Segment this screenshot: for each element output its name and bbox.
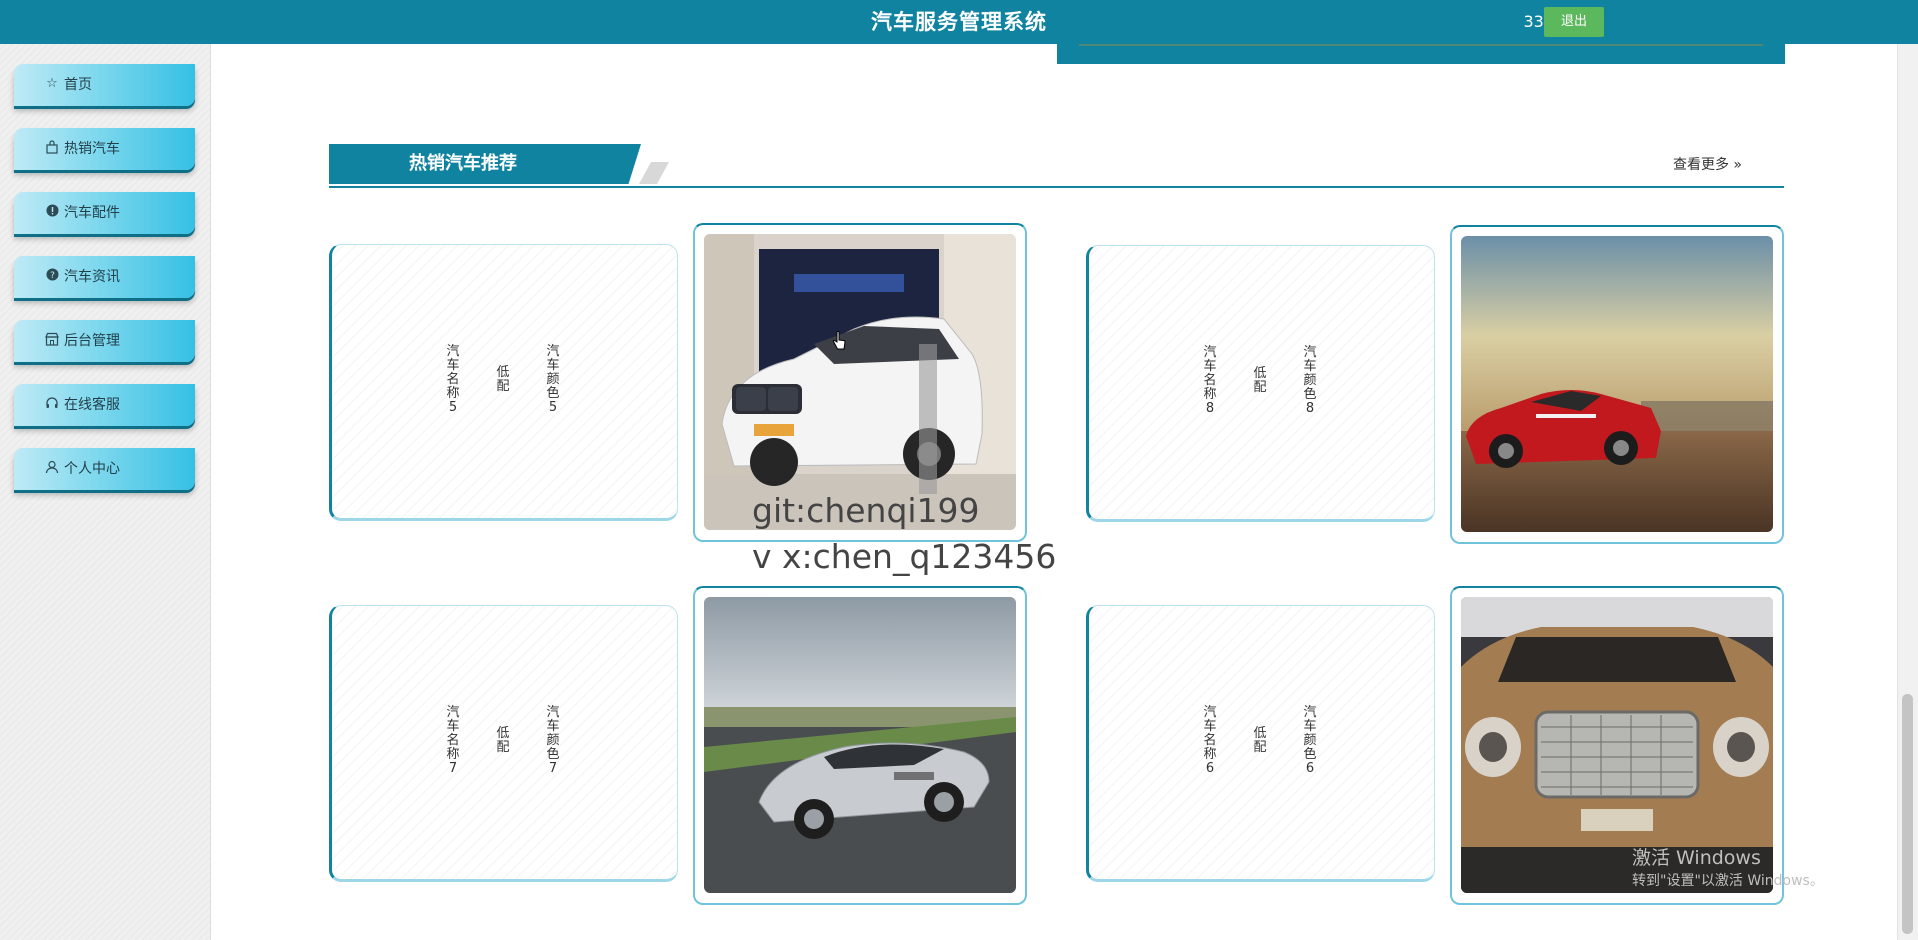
page-scrollbar[interactable]: [1897, 44, 1918, 940]
sidebar-item-admin[interactable]: 后台管理: [14, 320, 195, 362]
sidebar-item-label: 后台管理: [64, 333, 120, 349]
section-title-decoration: [639, 162, 669, 184]
car-photo: [1461, 236, 1773, 532]
car-color: 汽车颜色8: [1303, 345, 1317, 416]
car-config: 低配: [1253, 726, 1267, 755]
user-icon: [44, 460, 60, 476]
app-title: 汽车服务管理系统: [871, 10, 1047, 34]
sidebar-item-home[interactable]: ☆ 首页: [14, 64, 195, 106]
sidebar-item-label: 首页: [64, 77, 92, 93]
double-chevron-right-icon: »: [1733, 157, 1742, 173]
sidebar-item-car-news[interactable]: ? 汽车资讯: [14, 256, 195, 298]
sidebar-item-label: 个人中心: [64, 461, 120, 477]
sidebar-item-profile[interactable]: 个人中心: [14, 448, 195, 490]
section-title: 热销汽车推荐: [329, 144, 641, 184]
car-name: 汽车名称5: [446, 344, 460, 415]
car-config: 低配: [1253, 366, 1267, 395]
store-icon: [44, 332, 60, 348]
windows-activation-hint: 转到"设置"以激活 Windows。: [1632, 873, 1824, 889]
sidebar-item-hot-cars[interactable]: 热销汽车: [14, 128, 195, 170]
car-info-card[interactable]: 汽车名称7 低配 汽车颜色7: [329, 605, 678, 882]
car-info-card[interactable]: 汽车名称6 低配 汽车颜色6: [1086, 605, 1435, 882]
car-info-card[interactable]: 汽车名称8 低配 汽车颜色8: [1086, 245, 1435, 522]
watermark-line: git:chenqi199: [752, 491, 980, 530]
headset-icon: [44, 396, 60, 412]
car-color: 汽车颜色7: [546, 705, 560, 776]
car-photo: [704, 597, 1016, 893]
question-icon: ?: [44, 268, 60, 284]
car-name: 汽车名称8: [1203, 345, 1217, 416]
car-info-card[interactable]: 汽车名称5 低配 汽车颜色5: [329, 244, 678, 521]
car-name: 汽车名称7: [446, 705, 460, 776]
car-name: 汽车名称6: [1203, 705, 1217, 776]
alert-icon: [44, 204, 60, 220]
sidebar-item-online-service[interactable]: 在线客服: [14, 384, 195, 426]
car-color: 汽车颜色5: [546, 344, 560, 415]
car-config: 低配: [496, 726, 510, 755]
car-image-card[interactable]: [1450, 225, 1784, 544]
bag-icon: [44, 140, 60, 156]
view-more-link[interactable]: 查看更多 »: [1673, 154, 1742, 174]
section-header: 热销汽车推荐 查看更多 »: [329, 144, 1784, 188]
sidebar-item-label: 汽车资讯: [64, 269, 120, 285]
car-image-card[interactable]: [693, 586, 1027, 905]
previous-section-strip: [1057, 44, 1785, 64]
sidebar-item-label: 热销汽车: [64, 141, 120, 157]
sidebar-item-label: 汽车配件: [64, 205, 120, 221]
pointer-cursor-icon: [832, 331, 846, 350]
watermark-line: v x:chen_q123456: [752, 537, 1057, 576]
top-bar: 汽车服务管理系统 333 退出: [0, 0, 1918, 44]
sidebar: ☆ 首页 热销汽车 汽车配件 ? 汽车资讯 后台管理 在线客服 个人中心: [0, 44, 211, 940]
sidebar-item-label: 在线客服: [64, 397, 120, 413]
windows-activation-title: 激活 Windows: [1632, 847, 1761, 869]
car-photo: [704, 234, 1016, 530]
star-icon: ☆: [46, 76, 58, 91]
sidebar-item-car-parts[interactable]: 汽车配件: [14, 192, 195, 234]
car-config: 低配: [496, 365, 510, 394]
svg-text:?: ?: [50, 271, 55, 281]
car-color: 汽车颜色6: [1303, 705, 1317, 776]
scrollbar-thumb[interactable]: [1902, 694, 1913, 934]
logout-button[interactable]: 退出: [1544, 7, 1604, 37]
